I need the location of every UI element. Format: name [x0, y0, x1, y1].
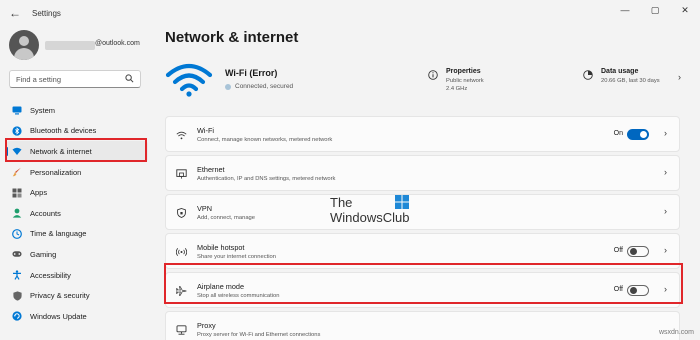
- chevron-right-icon[interactable]: ›: [664, 128, 667, 138]
- sidebar-item-accessibility[interactable]: Accessibility: [6, 265, 148, 286]
- status-dot-icon: [225, 83, 231, 90]
- highlight-box-airplane-mode: [164, 263, 683, 304]
- card-subtitle: Share your internet connection: [197, 254, 276, 260]
- update-icon: [12, 311, 22, 321]
- hotspot-icon: [175, 246, 187, 258]
- accessibility-icon: [12, 270, 22, 280]
- sidebar-item-label: System: [30, 105, 56, 115]
- chevron-right-icon[interactable]: ›: [664, 245, 667, 255]
- person-icon: [12, 208, 22, 218]
- toggle-state-label: Off: [613, 247, 623, 254]
- info-icon: [428, 70, 438, 80]
- close-button[interactable]: ✕: [670, 0, 700, 20]
- profile[interactable]: @outlook.com: [7, 30, 147, 60]
- chevron-right-icon[interactable]: ›: [664, 206, 667, 216]
- app-title: Settings: [32, 8, 61, 18]
- bluetooth-icon: [12, 126, 22, 136]
- card-subtitle: Proxy server for Wi-Fi and Ethernet conn…: [197, 332, 321, 338]
- sidebar-item-label: Windows Update: [30, 311, 87, 321]
- properties-band: 2.4 GHz: [446, 86, 468, 92]
- card-title: Mobile hotspot: [197, 243, 245, 252]
- sidebar: @outlook.com Find a setting System Bluet…: [0, 26, 150, 340]
- sidebar-item-label: Personalization: [30, 167, 82, 177]
- card-title: VPN: [197, 204, 213, 213]
- search-icon[interactable]: [125, 73, 134, 85]
- wifi-toggle[interactable]: [627, 129, 649, 140]
- sidebar-item-privacy-security[interactable]: Privacy & security: [6, 285, 148, 306]
- wifi-card[interactable]: Wi-Fi Connect, manage known networks, me…: [165, 116, 680, 152]
- card-subtitle: Connect, manage known networks, metered …: [197, 137, 333, 143]
- site-watermark: wsxdn.com: [658, 329, 694, 336]
- sidebar-item-windows-update[interactable]: Windows Update: [6, 306, 148, 327]
- wifi-name: Wi-Fi (Error): [225, 68, 278, 78]
- sidebar-item-gaming[interactable]: Gaming: [6, 244, 148, 265]
- data-usage-amount: 20.66 GB, last 30 days: [601, 78, 660, 84]
- network-status-header: Wi-Fi (Error) Connected, secured Propert…: [165, 60, 685, 105]
- page-title: Network & internet: [165, 29, 299, 46]
- avatar: [9, 30, 39, 60]
- wifi-status-text: Connected, secured: [235, 83, 294, 90]
- ethernet-card[interactable]: Ethernet Authentication, IP and DNS sett…: [165, 155, 680, 191]
- sidebar-item-apps[interactable]: Apps: [6, 182, 148, 203]
- back-arrow-icon[interactable]: ←: [0, 0, 30, 26]
- toggle-state-label: On: [613, 130, 623, 137]
- sidebar-item-label: Apps: [30, 188, 48, 198]
- sidebar-item-time-language[interactable]: Time & language: [6, 224, 148, 245]
- sidebar-item-label: Bluetooth & devices: [30, 126, 97, 136]
- data-usage-icon: [583, 70, 593, 80]
- chevron-right-icon[interactable]: ›: [664, 167, 667, 177]
- chevron-right-icon[interactable]: ›: [678, 72, 681, 82]
- sidebar-item-label: Accessibility: [30, 270, 71, 280]
- sidebar-item-system[interactable]: System: [6, 100, 148, 121]
- watermark-line2: WindowsClub: [330, 210, 410, 225]
- monitor-icon: [12, 105, 22, 115]
- wifi-status-icon: [165, 63, 213, 97]
- properties-title: Properties: [446, 68, 481, 75]
- windows-logo-icon: [395, 195, 409, 209]
- brush-icon: [12, 167, 22, 177]
- profile-name-redacted: [45, 41, 95, 50]
- title-bar: ← Settings — ▢ ✕: [0, 0, 700, 26]
- sidebar-item-label: Gaming: [30, 249, 57, 259]
- windowsclub-watermark: The WindowsClub: [330, 195, 430, 231]
- card-subtitle: Add, connect, manage: [197, 215, 256, 221]
- card-title: Proxy: [197, 321, 216, 330]
- sidebar-item-accounts[interactable]: Accounts: [6, 203, 148, 224]
- vpn-shield-icon: [175, 207, 187, 219]
- card-subtitle: Authentication, IP and DNS settings, met…: [197, 176, 336, 182]
- data-usage-link[interactable]: Data usage 20.66 GB, last 30 days: [583, 68, 685, 100]
- highlight-box-network: [5, 138, 147, 162]
- watermark-line1: The: [330, 195, 353, 210]
- proxy-card[interactable]: Proxy Proxy server for Wi-Fi and Etherne…: [165, 311, 680, 340]
- globe-clock-icon: [12, 228, 22, 239]
- properties-link[interactable]: Properties Public network 2.4 GHz: [428, 68, 538, 100]
- sidebar-item-label: Accounts: [30, 208, 61, 218]
- profile-email: @outlook.com: [95, 40, 140, 47]
- properties-network-type: Public network: [446, 78, 484, 84]
- card-title: Ethernet: [197, 165, 225, 174]
- data-usage-title: Data usage: [601, 68, 639, 75]
- mobile-hotspot-toggle[interactable]: [627, 246, 649, 257]
- proxy-icon: [175, 324, 187, 336]
- sidebar-nav: System Bluetooth & devices Network & int…: [6, 100, 148, 327]
- minimize-button[interactable]: —: [610, 0, 640, 20]
- gamepad-icon: [12, 249, 22, 259]
- window-controls: — ▢ ✕: [610, 0, 700, 20]
- search-input[interactable]: Find a setting: [9, 70, 141, 88]
- maximize-button[interactable]: ▢: [640, 0, 670, 20]
- sidebar-item-label: Privacy & security: [30, 291, 90, 301]
- ethernet-icon: [175, 168, 187, 180]
- shield-icon: [12, 291, 22, 301]
- sidebar-item-label: Time & language: [30, 229, 87, 239]
- wifi-icon: [175, 129, 187, 141]
- wifi-connection-status: Connected, secured: [225, 83, 293, 90]
- search-placeholder: Find a setting: [16, 74, 62, 84]
- apps-icon: [12, 188, 22, 198]
- sidebar-item-personalization[interactable]: Personalization: [6, 162, 148, 183]
- card-title: Wi-Fi: [197, 126, 215, 135]
